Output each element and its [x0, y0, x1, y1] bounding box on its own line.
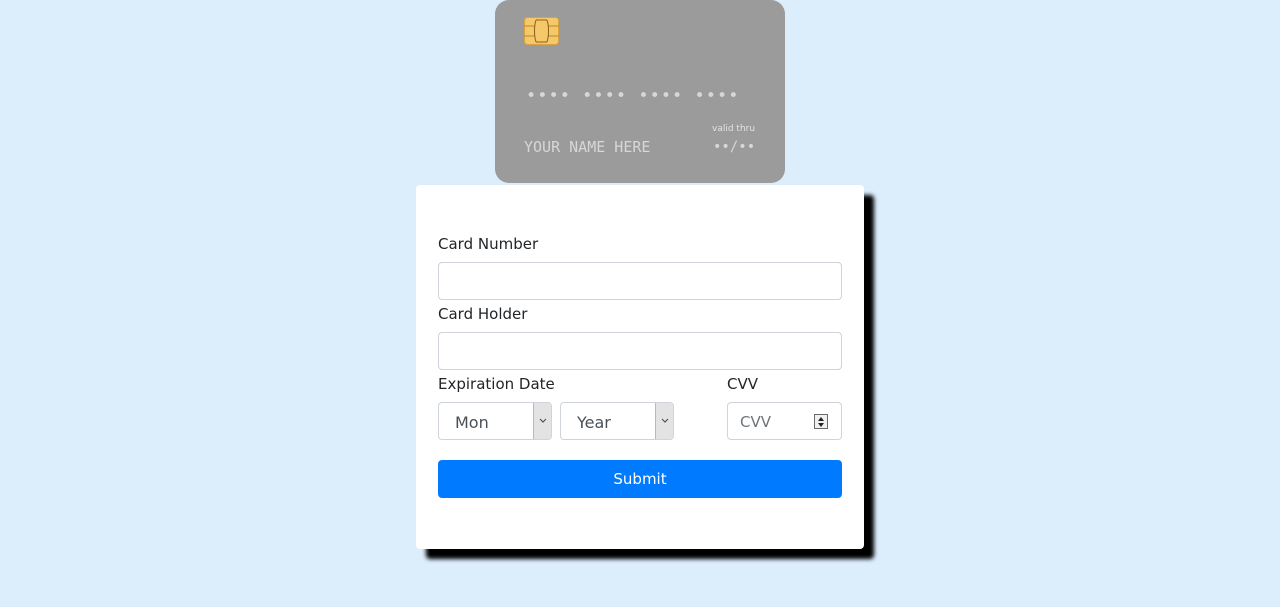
submit-button[interactable]: Submit: [438, 460, 842, 498]
card-holder-label: Card Holder: [438, 305, 528, 323]
cvv-input[interactable]: CVV: [727, 402, 842, 440]
number-spinner-icon[interactable]: [814, 414, 828, 429]
card-number-input[interactable]: [438, 262, 842, 300]
cvv-label: CVV: [727, 375, 758, 393]
year-select[interactable]: Year: [560, 402, 674, 440]
chevron-down-icon: [655, 403, 673, 439]
card-number-label: Card Number: [438, 235, 539, 253]
card-chip-icon: [524, 17, 559, 45]
cvv-placeholder: CVV: [740, 413, 771, 431]
card-number-display: •••• •••• •••• ••••: [526, 86, 740, 106]
card-holder-input[interactable]: [438, 332, 842, 370]
card-holder-display: YOUR NAME HERE: [524, 138, 651, 156]
year-select-value: Year: [577, 413, 611, 432]
month-select[interactable]: Mon: [438, 402, 552, 440]
expiration-date-label: Expiration Date: [438, 375, 555, 393]
expiry-display: ••/••: [713, 139, 756, 155]
valid-thru-label: valid thru: [712, 124, 756, 134]
month-select-value: Mon: [455, 413, 489, 432]
chevron-down-icon: [533, 403, 551, 439]
